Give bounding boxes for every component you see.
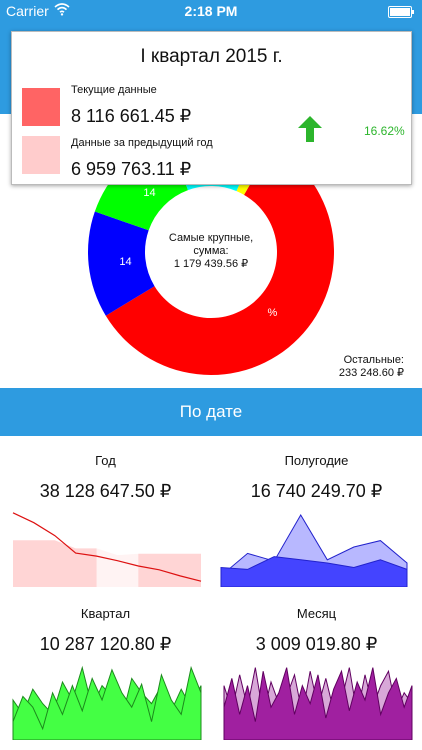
donut-slice-label: % <box>268 307 278 319</box>
card-halfyear[interactable]: Полугодие 16 740 249.70 ₽ <box>211 437 422 587</box>
donut-slice-label: 14 <box>143 187 155 199</box>
previous-label: Данные за предыдущий год <box>71 137 213 149</box>
battery-icon <box>388 6 414 18</box>
card-year-value: 38 128 647.50 ₽ <box>39 481 172 501</box>
card-quarter-value: 10 287 120.80 ₽ <box>39 634 172 654</box>
card-halfyear-title: Полугодие <box>284 453 349 468</box>
year-chart <box>12 507 202 587</box>
year-gap <box>96 507 139 587</box>
month-chart <box>223 667 413 740</box>
center-caption-line1: Самые крупные, <box>168 232 254 244</box>
center-caption-line2: сумма: <box>193 245 229 257</box>
previous-color-swatch <box>22 136 60 174</box>
status-bar: Carrier 2:18 PM <box>0 0 422 22</box>
donut-center-caption: Самые крупные, сумма: 1 179 439.56 ₽ <box>150 232 272 271</box>
current-value: 8 116 661.45 ₽ <box>71 106 192 126</box>
popup-title: I квартал 2015 г. <box>140 46 283 67</box>
center-total-value: 1 179 439.56 ₽ <box>173 258 249 270</box>
previous-value: 6 959 763.11 ₽ <box>71 159 192 179</box>
others-value: 233 248.60 ₽ <box>338 367 404 379</box>
others-summary: Остальные: 233 248.60 ₽ <box>339 354 404 380</box>
halfyear-chart <box>220 514 408 587</box>
arrow-up-icon <box>298 116 322 142</box>
card-month-title: Месяц <box>296 606 337 621</box>
card-year-title: Год <box>95 453 116 468</box>
card-quarter[interactable]: Квартал 10 287 120.80 ₽ <box>0 590 211 740</box>
current-color-swatch <box>22 88 60 126</box>
donut-slice-label: 14 <box>119 256 131 268</box>
card-halfyear-value: 16 740 249.70 ₽ <box>250 481 383 501</box>
card-year[interactable]: Год 38 128 647.50 ₽ <box>0 437 211 587</box>
clock: 2:18 PM <box>184 3 238 19</box>
change-percent: 16.62% <box>364 124 405 138</box>
card-month[interactable]: Месяц 3 009 019.80 ₽ <box>211 590 422 740</box>
others-label: Остальные: <box>343 354 404 366</box>
by-date-header[interactable]: По дате <box>0 388 422 436</box>
card-quarter-title: Квартал <box>80 606 131 621</box>
quarter-chart <box>12 665 202 740</box>
current-label: Текущие данные <box>71 84 157 96</box>
comparison-popup[interactable]: I квартал 2015 г. Текущие данные 8 116 6… <box>11 31 412 185</box>
card-month-value: 3 009 019.80 ₽ <box>255 634 378 654</box>
